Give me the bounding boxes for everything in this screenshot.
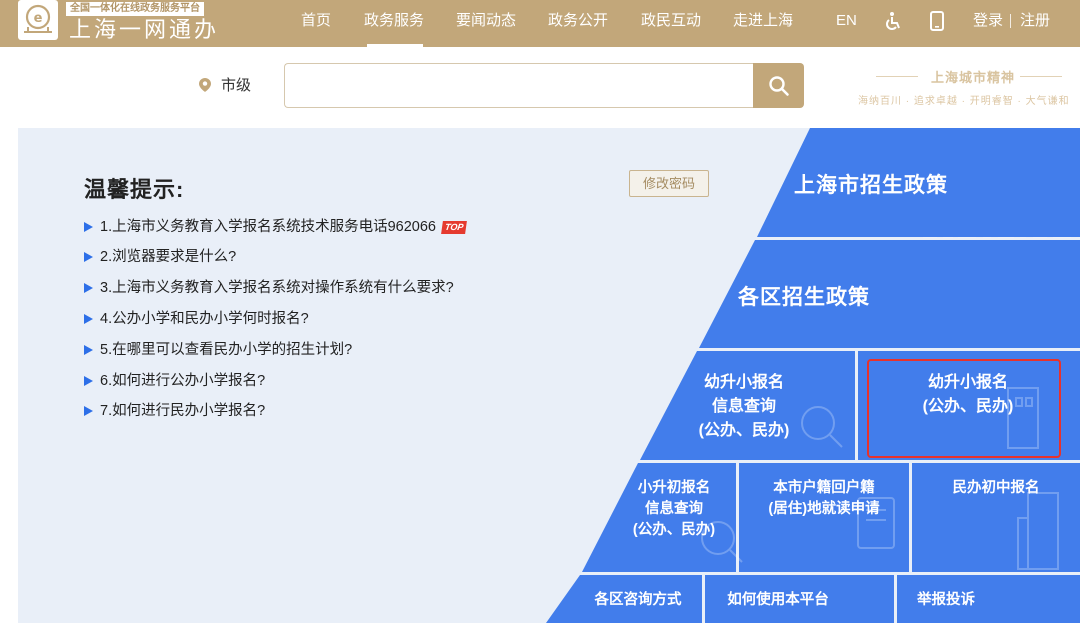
register-link[interactable]: 注册 — [1020, 11, 1050, 31]
tile-district-contact-label[interactable]: 各区咨询方式 — [583, 590, 693, 611]
language-switch[interactable]: EN — [836, 11, 857, 31]
tile-line: (公办、民办) — [632, 522, 716, 538]
tile-private-middle-label[interactable]: 民办初中报名 — [936, 478, 1056, 499]
top-header: e 全国一体化在线政务服务平台 上海一网通办 首页 政务服务 要闻动态 政务公开… — [0, 0, 1080, 47]
tile-line: (居住)地就读申请 — [768, 501, 880, 517]
tile-line: 本市户籍回户籍 — [773, 480, 875, 496]
search-input[interactable] — [284, 63, 754, 108]
tile-primary-query-label[interactable]: 幼升小报名 信息查询 (公办、民办) — [679, 371, 809, 443]
nav-item-interaction[interactable]: 政民互动 — [641, 11, 701, 31]
login-divider — [1010, 14, 1011, 28]
search-icon — [768, 75, 789, 96]
tile-district-policy-label[interactable]: 各区招生政策 — [738, 281, 870, 311]
nav-active-indicator — [367, 44, 423, 47]
nav-item-services[interactable]: 政务服务 — [364, 11, 424, 31]
highlight-frame — [867, 359, 1061, 458]
wheelchair-icon[interactable] — [884, 11, 902, 31]
tile-hukou-return-label[interactable]: 本市户籍回户籍 (居住)地就读申请 — [754, 478, 894, 520]
slogan-subtitle: 海纳百川 · 追求卓越 · 开明睿智 · 大气谦和 — [858, 96, 1070, 107]
site-name[interactable]: 上海一网通办 — [69, 17, 219, 43]
tile-report-label[interactable]: 举报投诉 — [911, 590, 981, 611]
mobile-phone-icon[interactable] — [928, 11, 946, 31]
tile-city-policy-label[interactable]: 上海市招生政策 — [794, 169, 948, 199]
slogan-title: 上海城市精神 — [930, 70, 1015, 85]
location-selector[interactable]: 市级 — [221, 76, 251, 96]
tile-how-to-use-label[interactable]: 如何使用本平台 — [718, 590, 838, 611]
map-pin-icon[interactable] — [199, 78, 211, 92]
tile-line: 幼升小报名 — [703, 374, 784, 391]
nav-item-disclosure[interactable]: 政务公开 — [548, 11, 608, 31]
search-button[interactable] — [753, 63, 804, 108]
tile-line: 信息查询 — [711, 398, 776, 415]
tile-line: (公办、民办) — [698, 422, 790, 439]
nav-item-about-shanghai[interactable]: 走进上海 — [733, 11, 793, 31]
login-link[interactable]: 登录 — [973, 11, 1003, 31]
nav-item-news[interactable]: 要闻动态 — [456, 11, 516, 31]
tile-line: 小升初报名 — [637, 480, 711, 496]
tile-line: 信息查询 — [645, 501, 703, 517]
platform-tag: 全国一体化在线政务服务平台 — [66, 2, 204, 16]
nav-item-home[interactable]: 首页 — [301, 11, 331, 31]
site-logo-icon[interactable]: e — [18, 0, 58, 40]
tile-middle-query-label[interactable]: 小升初报名 信息查询 (公办、民办) — [616, 478, 732, 541]
main-panel: 温馨提示: 修改密码 1.上海市义务教育入学报名系统技术服务电话962066 T… — [18, 128, 1080, 623]
svg-text:e: e — [34, 11, 43, 26]
